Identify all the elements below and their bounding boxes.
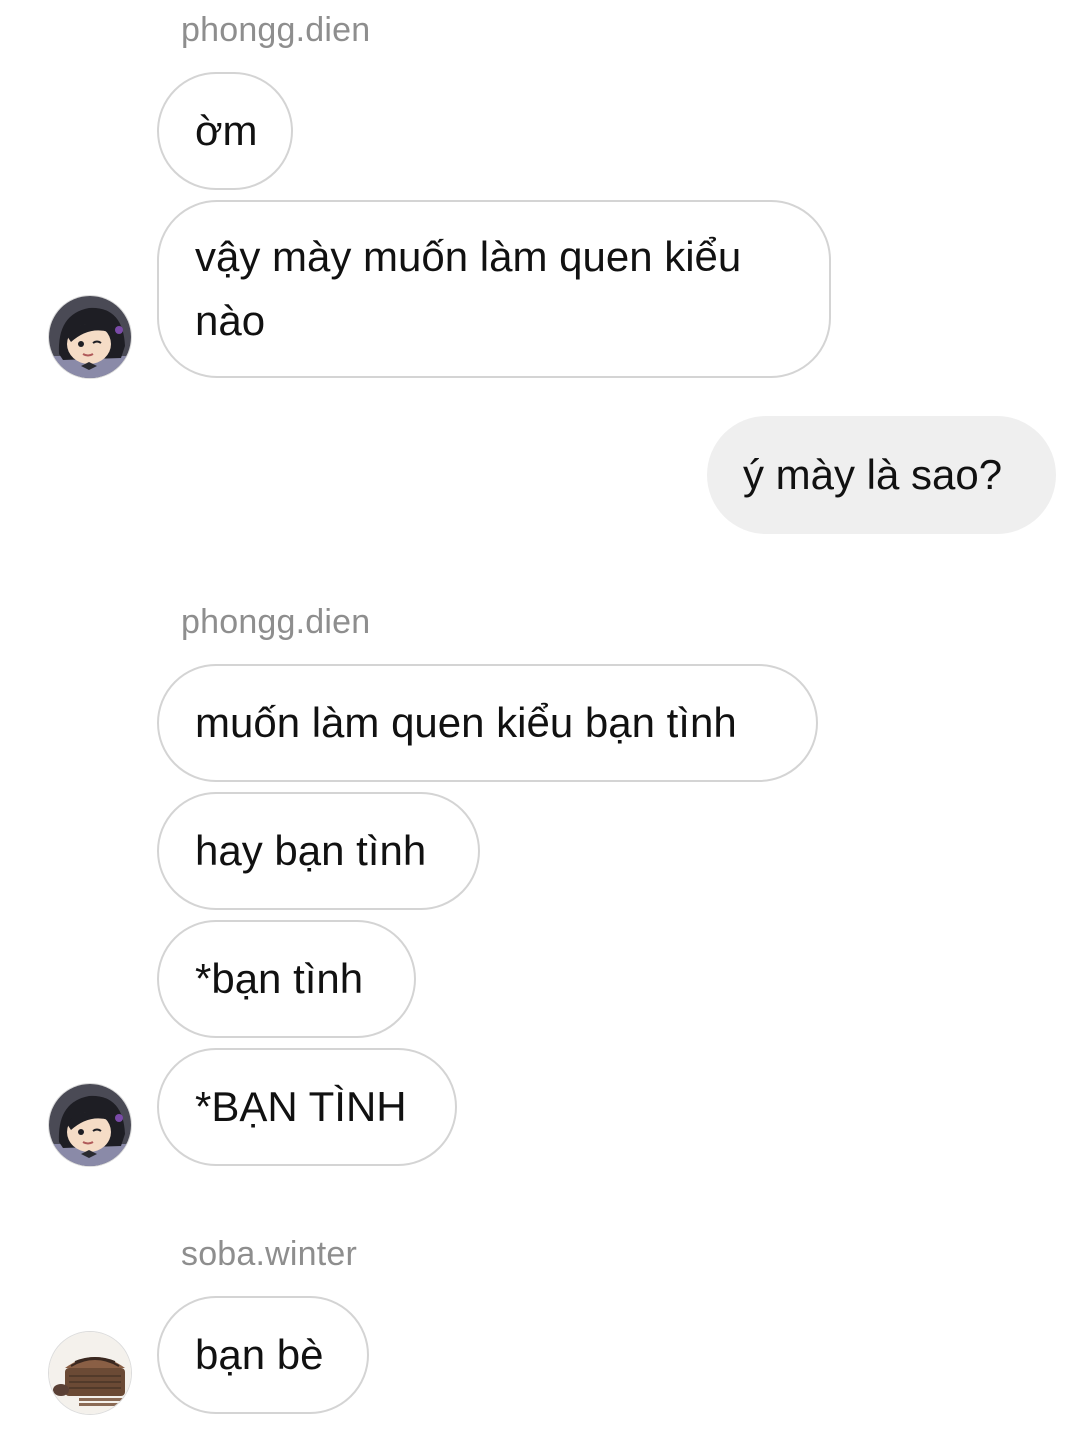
avatar[interactable] — [48, 1083, 132, 1167]
message-text: hay bạn tình — [195, 827, 427, 874]
message-text: bạn bè — [195, 1331, 324, 1378]
sender-name[interactable]: soba.winter — [181, 1234, 357, 1274]
message-bubble[interactable]: ờm — [157, 72, 293, 190]
message-bubble[interactable]: hay bạn tình — [157, 792, 480, 910]
message-text: *bạn tình — [195, 955, 364, 1002]
message-bubble[interactable]: bạn bè — [157, 1296, 369, 1414]
message-text: ý mày là sao? — [743, 451, 1003, 498]
sender-name[interactable]: phongg.dien — [181, 10, 370, 50]
message-text: muốn làm quen kiểu bạn tình — [195, 699, 737, 746]
message-text: *BẠN TÌNH — [195, 1083, 407, 1130]
noodle-bowl-avatar-icon — [49, 1332, 131, 1414]
cartoon-character-avatar-icon — [49, 1084, 131, 1166]
message-bubble[interactable]: *bạn tình — [157, 920, 416, 1038]
message-bubble[interactable]: muốn làm quen kiểu bạn tình — [157, 664, 818, 782]
cartoon-character-avatar-icon — [49, 296, 131, 378]
message-text: ờm — [195, 107, 258, 154]
message-bubble[interactable]: vậy mày muốn làm quen kiểu nào — [157, 200, 831, 378]
avatar[interactable] — [48, 295, 132, 379]
message-bubble[interactable]: *BẠN TÌNH — [157, 1048, 457, 1166]
avatar[interactable] — [48, 1331, 132, 1415]
message-text: vậy mày muốn làm quen kiểu nào — [195, 233, 742, 344]
my-message-bubble[interactable]: ý mày là sao? — [707, 416, 1056, 534]
sender-name[interactable]: phongg.dien — [181, 602, 370, 642]
